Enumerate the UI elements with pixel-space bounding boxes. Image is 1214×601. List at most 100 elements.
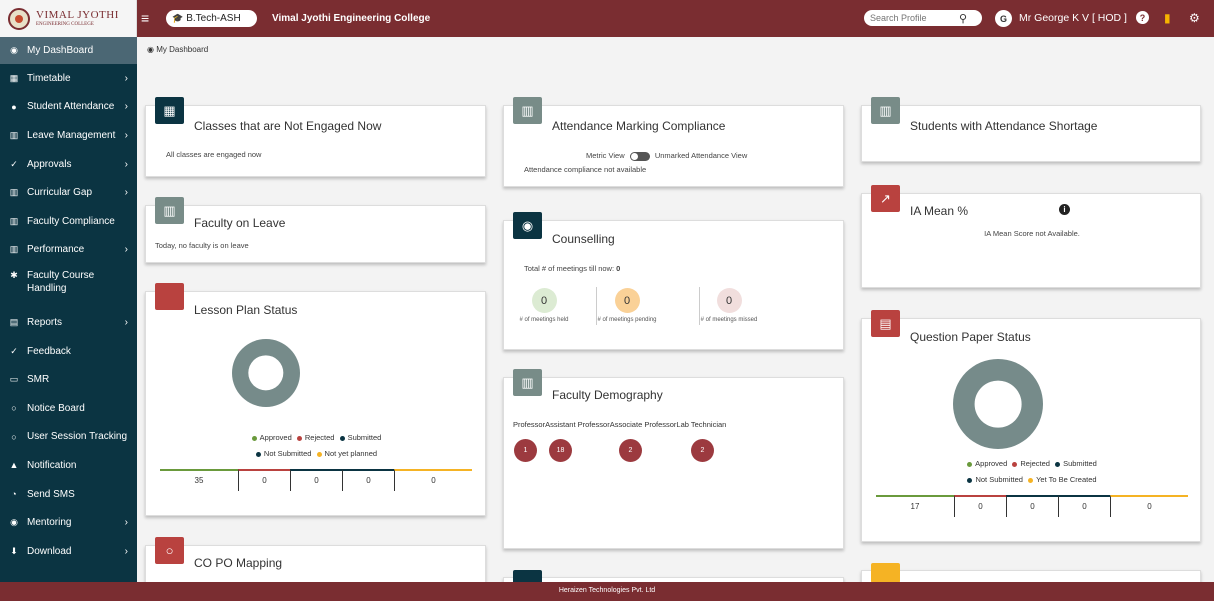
graduation-cap-icon: 🎓: [172, 13, 184, 23]
sidebar-item-leave-management[interactable]: ▥ Leave Management ›: [0, 121, 137, 150]
card-title: Question Paper Status: [910, 330, 1031, 344]
sidebar-item-student-attendance[interactable]: ● Student Attendance ›: [0, 93, 137, 122]
card-text: Today, no faculty is on leave: [155, 241, 249, 250]
bar-chart-icon: ▥: [9, 215, 19, 226]
document-icon: ▤: [9, 316, 19, 327]
sidebar-item-download[interactable]: ⬇ Download ›: [0, 537, 137, 566]
card-title: Counselling: [552, 232, 615, 246]
sidebar-item-faculty-course-handling[interactable]: ✱ Faculty Course Handling: [0, 264, 137, 308]
search-input[interactable]: [864, 13, 959, 23]
lesson-plan-donut-chart[interactable]: [232, 339, 300, 407]
lesson-plan-icon: [155, 283, 184, 310]
meetings-missed: 0 # of meetings missed: [698, 288, 760, 323]
circle-icon: ○: [11, 403, 17, 414]
id-card-icon: ▭: [9, 374, 19, 385]
view-toggle-switch[interactable]: [629, 151, 650, 161]
dashboard-icon: ◉: [147, 45, 154, 54]
card-ia-mean: ↗ IA Mean % i IA Mean Score not Availabl…: [861, 185, 1201, 288]
search-icon[interactable]: ⚲: [959, 12, 967, 25]
chevron-right-icon: ›: [124, 72, 128, 84]
card-title: Students with Attendance Shortage: [910, 119, 1098, 133]
download-icon: ⬇: [10, 545, 18, 556]
settings-icon[interactable]: ⚙: [1189, 11, 1200, 25]
card-title: CO PO Mapping: [194, 556, 283, 570]
question-paper-donut-chart[interactable]: [953, 359, 1043, 449]
card-text: All classes are engaged now: [166, 150, 262, 159]
sidebar-item-reports[interactable]: ▤ Reports ›: [0, 308, 137, 337]
circle-icon: ○: [155, 537, 184, 564]
footer: Heraizen Technologies Pvt. Ltd: [0, 582, 1214, 601]
chevron-right-icon: ›: [124, 244, 128, 256]
bar-chart-icon: ▥: [9, 244, 19, 255]
user-circle-icon: ◉: [10, 517, 18, 528]
bell-icon: [871, 563, 900, 583]
card-title: Faculty on Leave: [194, 216, 286, 230]
not-submitted-dot: [967, 477, 973, 483]
card-text: Attendance compliance not available: [524, 165, 647, 174]
submitted-dot: [1055, 461, 1061, 467]
lesson-plan-stats: 35 0 0 0 0: [160, 469, 472, 491]
rejected-dot: [1012, 461, 1018, 467]
sidebar-item-dashboard[interactable]: ◉ My DashBoard: [0, 37, 137, 64]
sidebar-item-feedback[interactable]: ✓ Feedback: [0, 337, 137, 366]
stat-approved: 35: [160, 469, 238, 491]
sidebar-item-mentoring[interactable]: ◉ Mentoring ›: [0, 508, 137, 537]
document-icon: ▤: [871, 310, 900, 337]
menu-toggle-icon[interactable]: ≡: [141, 11, 149, 25]
lesson-plan-legend: Approved Rejected Submitted Not Submitte…: [146, 430, 487, 462]
meetings-held: 0 # of meetings held: [514, 288, 574, 323]
chevron-right-icon: ›: [124, 129, 128, 141]
metric-toggle-row: Metric View Unmarked Attendance View: [586, 151, 748, 161]
not-planned-dot: [316, 451, 322, 457]
chevron-right-icon: ›: [124, 101, 128, 113]
user-icon: ●: [11, 101, 17, 112]
card-title: Lesson Plan Status: [194, 303, 298, 317]
sidebar-item-faculty-compliance[interactable]: ▥ Faculty Compliance: [0, 207, 137, 236]
sidebar-item-timetable[interactable]: ▦ Timetable ›: [0, 64, 137, 93]
top-bar: VIMAL JYOTHI ENGINEERING COLLEGE ≡ 🎓 B.T…: [0, 0, 1214, 37]
user-name[interactable]: Mr George K V [ HOD ]: [1019, 12, 1127, 24]
help-icon[interactable]: ?: [1136, 11, 1149, 24]
breadcrumb-label: My Dashboard: [156, 45, 209, 54]
card-title: Attendance Marking Compliance: [552, 119, 726, 133]
approved-dot: [967, 461, 973, 467]
notification-icon[interactable]: ▮: [1164, 11, 1171, 25]
card-classes-not-engaged: ▦ Classes that are Not Engaged Now All c…: [145, 97, 486, 177]
chevron-right-icon: ›: [124, 545, 128, 557]
sidebar-item-notice-board[interactable]: ○ Notice Board: [0, 394, 137, 423]
stat-not-submitted: 0: [1058, 495, 1110, 517]
thumbs-up-icon: ✓: [10, 158, 18, 169]
stat-not-planned: 0: [394, 469, 472, 491]
meetings-pending: 0 # of meetings pending: [592, 288, 662, 323]
chevron-right-icon: ›: [124, 158, 128, 170]
college-logo[interactable]: VIMAL JYOTHI ENGINEERING COLLEGE: [0, 0, 137, 37]
breadcrumb[interactable]: ◉ My Dashboard: [147, 45, 208, 54]
bar-chart-icon: ▥: [513, 369, 542, 396]
avatar[interactable]: G: [995, 10, 1012, 27]
sidebar-item-user-session-tracking[interactable]: ○ User Session Tracking: [0, 423, 137, 452]
course-selector[interactable]: 🎓 B.Tech-ASH: [166, 10, 257, 27]
circle-icon: ○: [11, 431, 17, 442]
college-name: Vimal Jyothi Engineering College: [272, 13, 431, 24]
chevron-right-icon: ›: [124, 517, 128, 529]
sidebar-item-performance[interactable]: ▥ Performance ›: [0, 236, 137, 265]
question-paper-stats: 17 0 0 0 0: [876, 495, 1188, 517]
sidebar-item-smr[interactable]: ▭ SMR: [0, 365, 137, 394]
sidebar-item-curricular-gap[interactable]: ▥ Curricular Gap ›: [0, 178, 137, 207]
professor-count[interactable]: 1: [514, 439, 537, 462]
info-icon[interactable]: i: [1059, 204, 1070, 215]
gear-icon: ✱: [10, 270, 18, 281]
sidebar-item-approvals[interactable]: ✓ Approvals ›: [0, 150, 137, 179]
associate-professor-count[interactable]: 2: [619, 439, 642, 462]
assistant-professor-count[interactable]: 18: [549, 439, 572, 462]
bell-icon: ▲: [9, 460, 19, 471]
calendar-icon: ▦: [9, 72, 19, 83]
rejected-dot: [296, 435, 302, 441]
question-paper-legend: Approved Rejected Submitted Not Submitte…: [862, 456, 1202, 488]
stat-approved: 17: [876, 495, 954, 517]
sidebar-item-notification[interactable]: ▲ Notification: [0, 451, 137, 480]
sidebar-item-send-sms[interactable]: ◔ Send SMS: [0, 480, 137, 509]
lab-technician-count[interactable]: 2: [691, 439, 714, 462]
card-text: IA Mean Score not Available.: [984, 229, 1080, 238]
stat-rejected: 0: [954, 495, 1006, 517]
